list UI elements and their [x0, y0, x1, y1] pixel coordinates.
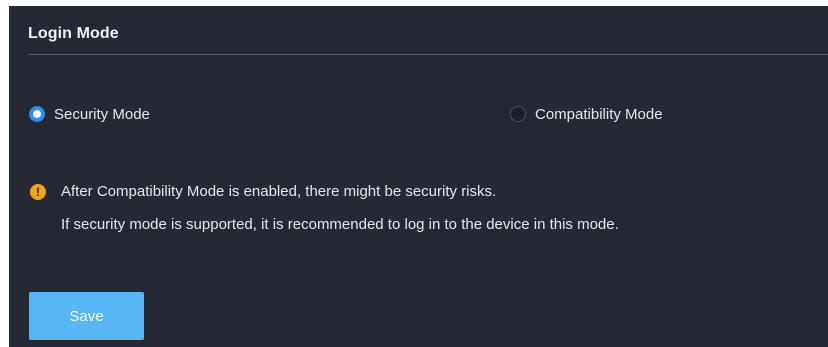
login-mode-panel: Login Mode Security Mode Compatibility M… [9, 6, 828, 347]
notice-line-2: If security mode is supported, it is rec… [61, 216, 619, 233]
section-title: Login Mode [28, 25, 119, 42]
notice-line-1: After Compatibility Mode is enabled, the… [61, 183, 497, 200]
compatibility-mode-radio[interactable]: Compatibility Mode [510, 102, 663, 126]
section-divider [28, 54, 828, 55]
compatibility-mode-label[interactable]: Compatibility Mode [535, 106, 663, 123]
security-mode-radio[interactable]: Security Mode [29, 102, 150, 126]
save-button[interactable]: Save [29, 292, 144, 340]
security-mode-label[interactable]: Security Mode [54, 106, 150, 123]
exclamation-icon: ! [30, 184, 46, 200]
radio-unchecked-icon[interactable] [510, 106, 526, 122]
radio-checked-icon[interactable] [29, 106, 45, 122]
